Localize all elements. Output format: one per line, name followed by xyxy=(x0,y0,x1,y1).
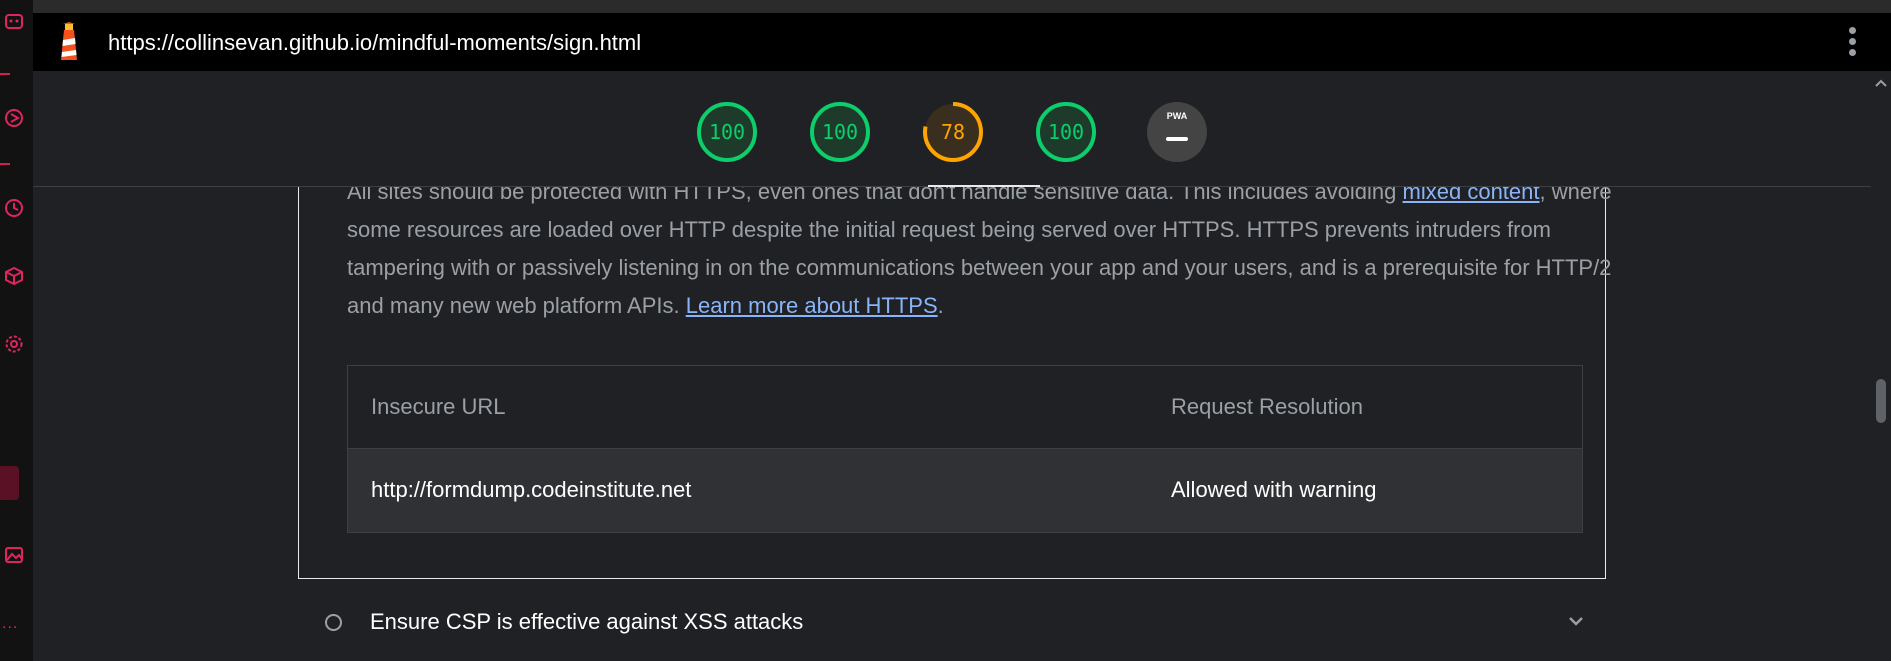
cube-icon[interactable] xyxy=(4,266,24,286)
gauge-score: 78 xyxy=(940,120,966,144)
image-icon[interactable] xyxy=(4,545,24,565)
gauge-score: 100 xyxy=(708,120,746,144)
report-url: https://collinsevan.github.io/mindful-mo… xyxy=(108,30,642,55)
learn-more-https-link[interactable]: Learn more about HTTPS xyxy=(686,293,938,318)
audit-description: All sites should be protected with HTTPS… xyxy=(347,187,1617,325)
report-url-bar: https://collinsevan.github.io/mindful-mo… xyxy=(33,13,1891,71)
history-icon[interactable] xyxy=(4,198,24,218)
audit-title: Ensure CSP is effective against XSS atta… xyxy=(370,609,804,634)
bot-icon[interactable] xyxy=(4,12,24,32)
scrollbar[interactable] xyxy=(1871,71,1891,661)
audit-content: All sites should be protected with HTTPS… xyxy=(33,187,1871,661)
cell-url: http://formdump.codeinstitute.net xyxy=(371,477,692,502)
desc-text: , where some resources are loaded over H… xyxy=(347,187,1612,318)
settings-icon[interactable] xyxy=(4,334,24,354)
send-icon[interactable] xyxy=(4,108,24,128)
score-gauges: 100 100 78 100 PWA xyxy=(33,71,1871,187)
rail-active-item[interactable] xyxy=(0,466,19,500)
rail-divider xyxy=(0,163,10,165)
gauge-best-practices[interactable]: 78 xyxy=(922,101,984,163)
header-request-resolution: Request Resolution xyxy=(1171,394,1364,419)
audit-item-csp[interactable]: Ensure CSP is effective against XSS atta… xyxy=(298,589,1604,661)
lighthouse-logo-icon xyxy=(61,22,77,60)
scroll-up-arrow-icon[interactable] xyxy=(1875,79,1887,87)
side-rail: ... xyxy=(0,0,34,661)
insecure-url-table: Insecure URL Request Resolution http://f… xyxy=(347,365,1583,533)
pwa-na-dash xyxy=(1166,137,1188,141)
desc-text: . xyxy=(937,293,944,318)
gauge-accessibility[interactable]: 100 xyxy=(809,101,871,163)
rail-divider xyxy=(0,73,10,75)
header-insecure-url: Insecure URL xyxy=(371,394,506,419)
gauge-score: 100 xyxy=(1047,120,1085,144)
more-icon[interactable]: ... xyxy=(2,615,18,633)
more-options-icon[interactable] xyxy=(1849,27,1857,57)
pwa-label: PWA xyxy=(1166,111,1188,121)
gauge-score: 100 xyxy=(821,120,859,144)
mixed-content-link[interactable]: mixed content xyxy=(1403,187,1540,204)
cell-resolution: Allowed with warning xyxy=(1171,477,1377,502)
window-top-strip xyxy=(33,0,1891,14)
table-header: Insecure URL Request Resolution xyxy=(348,366,1582,449)
gauge-seo[interactable]: 100 xyxy=(1035,101,1097,163)
gauge-pwa[interactable]: PWA xyxy=(1146,101,1208,163)
table-row: http://formdump.codeinstitute.net Allowe… xyxy=(348,449,1582,532)
desc-text: All sites should be protected with HTTPS… xyxy=(347,187,1403,204)
scrollbar-thumb[interactable] xyxy=(1876,379,1886,423)
chevron-down-icon[interactable] xyxy=(1566,611,1586,631)
gauge-performance[interactable]: 100 xyxy=(696,101,758,163)
informative-circle-icon xyxy=(325,614,342,631)
